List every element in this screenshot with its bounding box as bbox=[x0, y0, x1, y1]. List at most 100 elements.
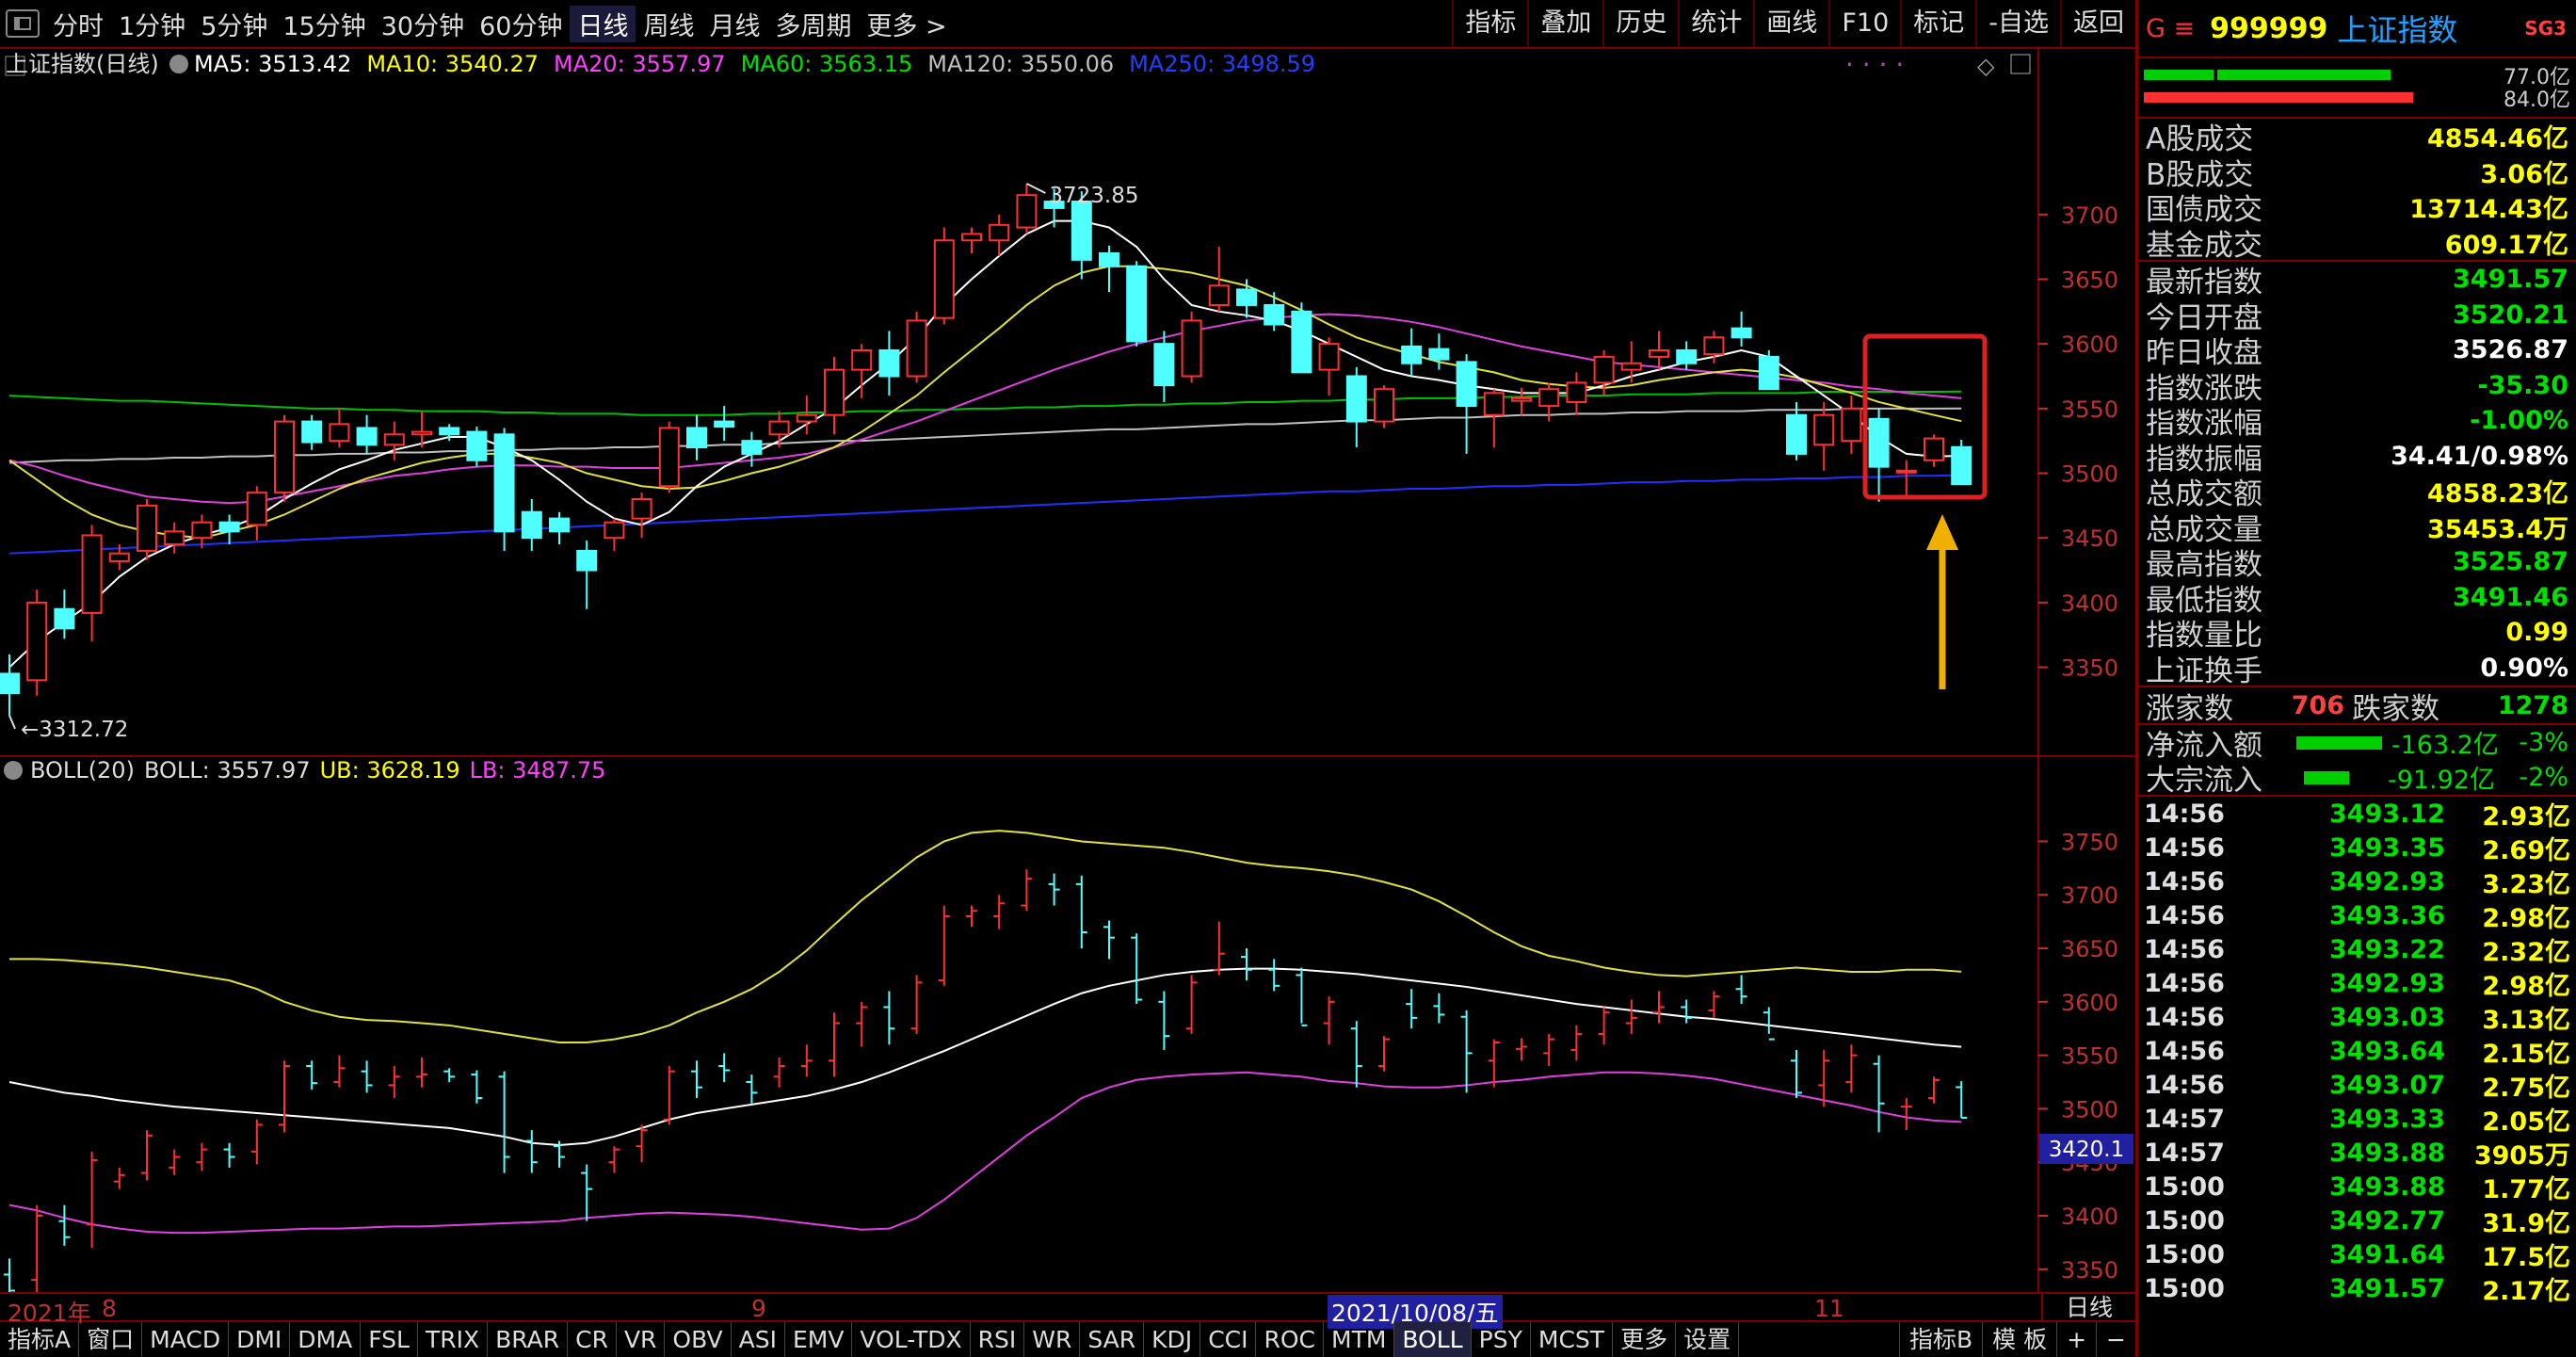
tick-volume-11: 1.77亿 bbox=[2482, 1174, 2570, 1204]
period-6[interactable]: 日线 bbox=[570, 5, 636, 42]
period-9[interactable]: 多周期 bbox=[767, 6, 859, 42]
tick-row-9: 14:57 3493.33 2.05亿 bbox=[2138, 1102, 2576, 1137]
tab-24[interactable]: 更多 bbox=[1613, 1322, 1677, 1357]
tab-16[interactable]: SAR bbox=[1080, 1322, 1145, 1357]
tab-12[interactable]: EMV bbox=[785, 1322, 853, 1357]
tab-14[interactable]: RSI bbox=[971, 1322, 1025, 1357]
toolbar-button-6[interactable]: 标记 bbox=[1900, 0, 1975, 47]
tab-5[interactable]: FSL bbox=[361, 1322, 418, 1357]
candle-body-52 bbox=[1428, 347, 1450, 361]
candle-body-65 bbox=[1786, 413, 1807, 455]
svg-text:3420.1: 3420.1 bbox=[2049, 1138, 2124, 1162]
period-3[interactable]: 15分钟 bbox=[275, 6, 373, 42]
money-flow: 净流入额 -163.2亿 -3% 大宗流入 -91.92亿 -2% bbox=[2138, 725, 2576, 798]
candle-body-48 bbox=[1318, 343, 1340, 371]
flow-row-0: 净流入额 -163.2亿 -3% bbox=[2138, 725, 2576, 763]
candle-body-9 bbox=[246, 492, 267, 526]
chart-area[interactable]: 3350 3400 3450 3500 3550 3600 3650 3700 3350 340… bbox=[0, 49, 2135, 1292]
tab-21[interactable]: BOLL bbox=[1394, 1322, 1472, 1357]
menu-icon[interactable]: G ≡ bbox=[2146, 14, 2195, 43]
diamond-icon[interactable]: ◇ bbox=[1977, 53, 1995, 79]
candle-body-69 bbox=[1895, 469, 1917, 474]
tab-15[interactable]: WR bbox=[1024, 1322, 1081, 1357]
toolbar-button-3[interactable]: 统计 bbox=[1678, 0, 1753, 47]
pane-toggle-icon[interactable] bbox=[2010, 54, 2031, 74]
tick-time-3: 14:56 bbox=[2144, 900, 2225, 930]
toolbar-button-8[interactable]: 返回 bbox=[2060, 0, 2135, 47]
tab-17[interactable]: KDJ bbox=[1144, 1322, 1201, 1357]
tab-19[interactable]: ROC bbox=[1256, 1322, 1324, 1357]
candle-body-24 bbox=[658, 427, 680, 488]
ma-legend-3: MA60: 3563.15 bbox=[741, 51, 913, 77]
period-8[interactable]: 月线 bbox=[701, 6, 767, 42]
tick-price-10: 3493.88 bbox=[2329, 1138, 2445, 1168]
stat-value-9: 3491.46 bbox=[2453, 582, 2568, 612]
volume-bar-0 bbox=[2144, 70, 2391, 80]
extreme-labels: 3723.85 ←3312.72 bbox=[8, 183, 1139, 742]
toolbar-button-1[interactable]: 叠加 bbox=[1527, 0, 1602, 47]
candle-body-1 bbox=[26, 601, 48, 682]
period-2[interactable]: 5分钟 bbox=[193, 6, 275, 42]
tab-8[interactable]: CR bbox=[568, 1322, 617, 1357]
main-tick-label-7: 3700 bbox=[2061, 202, 2118, 229]
period-5[interactable]: 60分钟 bbox=[472, 6, 570, 42]
tab-6[interactable]: TRIX bbox=[418, 1322, 489, 1357]
tick-volume-9: 2.05亿 bbox=[2482, 1107, 2570, 1137]
tab-18[interactable]: CCI bbox=[1200, 1322, 1257, 1357]
tick-time-13: 15:00 bbox=[2144, 1239, 2225, 1269]
stat-row-9: 最低指数 3491.46 bbox=[2138, 580, 2576, 618]
tab-7[interactable]: BRAR bbox=[488, 1322, 569, 1357]
tick-price-1: 3493.35 bbox=[2329, 832, 2445, 863]
volume-bar-gap bbox=[2214, 70, 2217, 80]
tab-right-1[interactable]: 模 板 bbox=[1982, 1322, 2056, 1357]
tick-price-11: 3493.88 bbox=[2329, 1171, 2445, 1202]
tab-3[interactable]: DMI bbox=[229, 1322, 291, 1357]
toolbar-button-0[interactable]: 指标 bbox=[1452, 0, 1527, 47]
tab-22[interactable]: PSY bbox=[1472, 1322, 1531, 1357]
tab-10[interactable]: OBV bbox=[665, 1322, 732, 1357]
period-indicator[interactable]: 日线 bbox=[2041, 1294, 2135, 1322]
period-4[interactable]: 30分钟 bbox=[374, 6, 472, 42]
period-0[interactable]: 分时 bbox=[45, 6, 111, 42]
tab-right-3[interactable]: − bbox=[2096, 1322, 2135, 1357]
toolbar-button-5[interactable]: F10 bbox=[1828, 0, 1900, 47]
tab-13[interactable]: VOL-TDX bbox=[852, 1322, 971, 1357]
declines-count: 1278 bbox=[2497, 690, 2568, 720]
window-icon[interactable] bbox=[6, 9, 40, 38]
tab-4[interactable]: DMA bbox=[290, 1322, 362, 1357]
candle-body-32 bbox=[878, 349, 900, 378]
tab-right-2[interactable]: + bbox=[2056, 1322, 2096, 1357]
period-10[interactable]: 更多 > bbox=[859, 6, 954, 42]
candle-body-30 bbox=[824, 368, 845, 416]
tab-20[interactable]: MTM bbox=[1324, 1322, 1395, 1357]
legend-dropdown-icon[interactable] bbox=[169, 55, 188, 73]
tab-1[interactable]: 窗口 bbox=[79, 1322, 143, 1357]
candle-body-13 bbox=[356, 427, 378, 446]
stat-row-0: 最新指数 3491.57 bbox=[2138, 262, 2576, 299]
candle-body-11 bbox=[301, 420, 323, 444]
toolbar-button-4[interactable]: 画线 bbox=[1753, 0, 1828, 47]
tick-price-4: 3493.22 bbox=[2329, 934, 2445, 964]
toolbar-button-2[interactable]: 历史 bbox=[1602, 0, 1678, 47]
period-7[interactable]: 周线 bbox=[636, 6, 701, 42]
advances-count: 706 bbox=[2291, 690, 2345, 720]
tab-0[interactable]: 指标A bbox=[0, 1322, 80, 1357]
tab-2[interactable]: MACD bbox=[142, 1322, 230, 1357]
stat-label-11: 上证换手 bbox=[2146, 654, 2262, 688]
boll-mid-line bbox=[8, 967, 1962, 1147]
tab-23[interactable]: MCST bbox=[1531, 1322, 1614, 1357]
tab-right-0[interactable]: 指标B bbox=[1898, 1322, 1982, 1357]
tab-25[interactable]: 设置 bbox=[1676, 1322, 1740, 1357]
toolbar-button-7[interactable]: -自选 bbox=[1975, 0, 2060, 47]
period-1[interactable]: 1分钟 bbox=[111, 6, 193, 42]
boll-dropdown-icon[interactable] bbox=[4, 761, 23, 780]
boll-legend: BOLL(20) BOLL: 3557.97 UB: 3628.19 LB: 3487… bbox=[4, 757, 605, 784]
flow-label-1: 大宗流入 bbox=[2146, 764, 2262, 798]
tick-volume-0: 2.93亿 bbox=[2482, 801, 2570, 832]
quote-title: G ≡ 999999 上证指数 SG3 bbox=[2138, 0, 2576, 58]
tick-price-12: 3492.77 bbox=[2329, 1205, 2445, 1236]
boll-lines bbox=[8, 830, 1962, 1235]
tab-9[interactable]: VR bbox=[617, 1322, 666, 1357]
tab-11[interactable]: ASI bbox=[732, 1322, 785, 1357]
tick-volume-2: 3.23亿 bbox=[2482, 869, 2570, 899]
